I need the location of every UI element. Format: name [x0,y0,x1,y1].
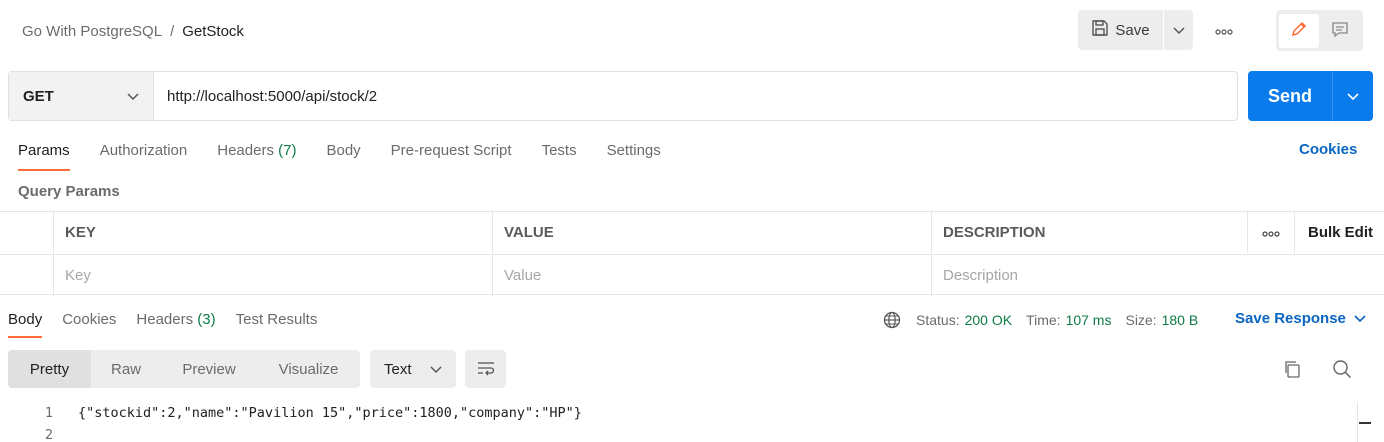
chevron-down-icon [1354,310,1366,327]
comments-mode-button[interactable] [1321,14,1361,48]
tab-settings[interactable]: Settings [607,141,661,171]
comment-icon [1331,20,1349,41]
response-meta: Status: 200 OK Time: 107 ms Size: 180 B [883,310,1212,330]
save-icon [1091,19,1109,41]
description-column-header: DESCRIPTION [932,212,1248,253]
breadcrumb: Go With PostgreSQL / GetStock [22,21,244,41]
tab-response-headers[interactable]: Headers (3) [136,310,215,338]
value-column-header: VALUE [493,212,932,253]
tab-test-results[interactable]: Test Results [236,310,318,338]
time-label: Time: [1026,312,1061,328]
status-label: Status: [916,312,960,328]
size-value[interactable]: 180 B [1162,312,1199,328]
edit-mode-button[interactable] [1279,13,1319,48]
code-line: 1 {"stockid":2,"name":"Pavilion 15","pri… [0,402,1384,424]
key-column-header: KEY [54,212,493,253]
save-group: Save [1078,10,1193,50]
headers-count: (7) [278,142,297,159]
url-input[interactable] [154,72,1237,120]
format-select[interactable]: Text [370,350,456,388]
save-button[interactable]: Save [1078,10,1163,50]
chevron-down-icon [1172,22,1185,38]
editor-scrollbar[interactable] [1357,402,1371,442]
row-checkbox-cell [0,255,54,296]
breadcrumb-collection[interactable]: Go With PostgreSQL [22,23,162,40]
more-actions-button[interactable] [1210,20,1238,40]
checkbox-column-header [0,212,54,253]
search-icon[interactable] [1332,359,1352,382]
line-number: 1 [44,405,53,421]
tab-tests[interactable]: Tests [542,141,577,171]
tab-body[interactable]: Body [326,141,360,171]
request-name[interactable]: GetStock [182,23,244,40]
view-pretty-button[interactable]: Pretty [8,350,91,388]
query-params-table: KEY VALUE DESCRIPTION Bulk Edit Key Valu… [0,211,1384,296]
method-select[interactable]: GET [9,72,154,120]
cookies-link[interactable]: Cookies [1299,141,1357,158]
request-tabs: Params Authorization Headers (7) Body Pr… [18,141,691,171]
editor-mode-toggle [1276,10,1363,51]
tab-response-body[interactable]: Body [8,310,43,338]
globe-icon[interactable] [883,311,901,329]
view-preview-button[interactable]: Preview [161,350,257,388]
response-tabs: Body Cookies Headers (3) Test Results [8,310,337,338]
request-url-bar: GET [8,71,1238,121]
chevron-down-icon [1347,88,1359,104]
send-button[interactable]: Send [1248,71,1332,121]
breadcrumb-separator: / [170,22,175,40]
query-params-title: Query Params [18,183,120,200]
copy-icon[interactable] [1282,359,1302,382]
view-visualize-button[interactable]: Visualize [257,350,360,388]
response-body-editor[interactable]: 1 {"stockid":2,"name":"Pavilion 15","pri… [0,402,1384,442]
status-value[interactable]: 200 OK [965,312,1012,328]
method-label: GET [23,87,54,105]
response-headers-count: (3) [197,311,216,328]
tab-authorization[interactable]: Authorization [100,141,188,171]
bulk-edit-button[interactable]: Bulk Edit [1295,212,1384,253]
tab-headers[interactable]: Headers (7) [217,141,296,171]
view-mode-group: Pretty Raw Preview Visualize [8,350,360,388]
tab-params[interactable]: Params [18,141,70,171]
save-options-button[interactable] [1163,10,1193,50]
wrap-lines-button[interactable] [465,350,506,388]
code-text: {"stockid":2,"name":"Pavilion 15","price… [78,405,582,421]
description-input[interactable]: Description [932,255,1384,296]
chevron-down-icon [127,88,139,105]
more-horizontal-icon [1215,22,1233,38]
more-horizontal-icon [1262,224,1280,241]
code-line: 2 [0,424,1384,442]
send-options-button[interactable] [1332,71,1373,121]
table-header-row: KEY VALUE DESCRIPTION Bulk Edit [0,212,1384,254]
wrap-lines-icon [476,360,496,379]
column-options-button[interactable] [1248,212,1295,253]
save-response-label: Save Response [1235,310,1346,327]
chevron-down-icon [430,361,442,378]
size-label: Size: [1125,312,1157,328]
save-response-button[interactable]: Save Response [1235,310,1366,327]
time-value[interactable]: 107 ms [1066,312,1112,328]
line-number: 2 [44,427,53,442]
view-raw-button[interactable]: Raw [91,350,161,388]
tab-response-cookies[interactable]: Cookies [62,310,116,338]
tab-pre-request-script[interactable]: Pre-request Script [391,141,512,171]
value-input[interactable]: Value [493,255,932,296]
send-group: Send [1248,71,1373,121]
save-label: Save [1115,21,1150,39]
table-row: Key Value Description [0,254,1384,296]
key-input[interactable]: Key [54,255,493,296]
format-label: Text [384,360,412,378]
pencil-icon [1290,20,1308,41]
